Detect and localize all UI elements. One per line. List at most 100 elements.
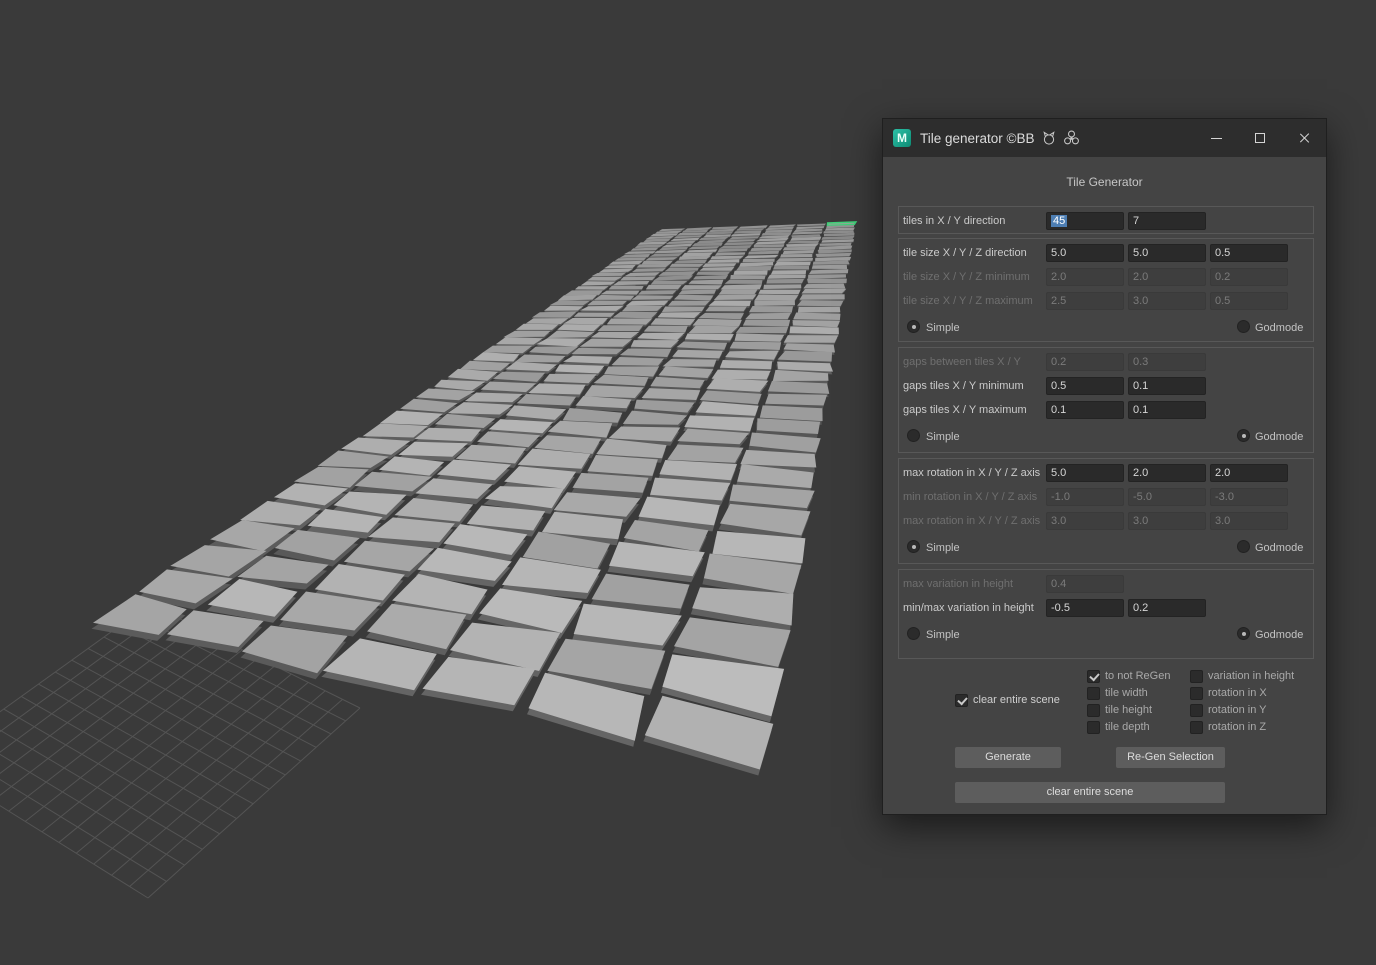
minimize-icon <box>1210 137 1222 139</box>
row-rotation-max: max rotation in X / Y / Z axis 5.0 2.0 2… <box>899 461 1313 485</box>
simple-radio[interactable] <box>907 320 920 333</box>
gaps-mode-radios: Simple Godmode <box>899 422 1313 449</box>
rot-min-x-input[interactable]: -1.0 <box>1046 488 1124 506</box>
row-gaps-maximum: gaps tiles X / Y maximum 0.1 0.1 <box>899 398 1313 422</box>
tiles-x-input[interactable]: 45 <box>1046 212 1124 230</box>
size-mode-radios: Simple Godmode <box>899 313 1313 340</box>
height-min-input[interactable]: -0.5 <box>1046 599 1124 617</box>
gaps-min-y-input[interactable]: 0.1 <box>1128 377 1206 395</box>
tile-depth-label: tile depth <box>1105 721 1150 733</box>
row-gaps: gaps between tiles X / Y 0.2 0.3 <box>899 350 1313 374</box>
variation-height-checkbox[interactable] <box>1190 670 1203 683</box>
section-height-variation: max variation in height 0.4 min/max vari… <box>898 569 1314 659</box>
rot-min-y-input[interactable]: -5.0 <box>1128 488 1206 506</box>
clear-scene-button[interactable]: clear entire scene <box>955 782 1225 803</box>
row-label: min rotation in X / Y / Z axis <box>903 491 1038 503</box>
size-y-input[interactable]: 5.0 <box>1128 244 1206 262</box>
rotation-z-checkbox[interactable] <box>1190 721 1203 734</box>
row-label: max rotation in X / Y / Z axis <box>903 467 1041 479</box>
rotation-x-label: rotation in X <box>1208 687 1267 699</box>
godmode-radio-label: Godmode <box>1255 322 1304 334</box>
row-label: tile size X / Y / Z direction <box>903 247 1027 259</box>
row-label: max variation in height <box>903 578 1014 590</box>
rot-y-input[interactable]: 2.0 <box>1128 464 1206 482</box>
size-min-y-input[interactable]: 2.0 <box>1128 268 1206 286</box>
tile-depth-checkbox[interactable] <box>1087 721 1100 734</box>
size-z-input[interactable]: 0.5 <box>1210 244 1288 262</box>
gaps-y-input[interactable]: 0.3 <box>1128 353 1206 371</box>
row-label: tile size X / Y / Z minimum <box>903 271 1030 283</box>
rot-max-x-input[interactable]: 3.0 <box>1046 512 1124 530</box>
rotation-mode-radios: Simple Godmode <box>899 533 1313 560</box>
godmode-radio-label: Godmode <box>1255 542 1304 554</box>
row-label: gaps tiles X / Y maximum <box>903 404 1027 416</box>
close-button[interactable] <box>1282 119 1326 157</box>
size-max-x-input[interactable]: 2.5 <box>1046 292 1124 310</box>
height-max2-input[interactable]: 0.2 <box>1128 599 1206 617</box>
section-tile-size: tile size X / Y / Z direction 5.0 5.0 0.… <box>898 238 1314 342</box>
rotation-x-checkbox[interactable] <box>1190 687 1203 700</box>
row-label: tiles in X / Y direction <box>903 215 1006 227</box>
gaps-max-y-input[interactable]: 0.1 <box>1128 401 1206 419</box>
generate-button[interactable]: Generate <box>955 747 1061 768</box>
tile-height-checkbox[interactable] <box>1087 704 1100 717</box>
godmode-radio[interactable] <box>1237 320 1250 333</box>
tile-width-label: tile width <box>1105 687 1148 699</box>
size-max-z-input[interactable]: 0.5 <box>1210 292 1288 310</box>
cat-icon <box>1041 130 1057 146</box>
selected-text: 45 <box>1051 215 1068 227</box>
gaps-x-input[interactable]: 0.2 <box>1046 353 1124 371</box>
rotation-y-checkbox[interactable] <box>1190 704 1203 717</box>
clear-scene-checkbox[interactable] <box>955 694 968 707</box>
row-height-max: max variation in height 0.4 <box>899 572 1313 596</box>
to-not-regen-checkbox[interactable] <box>1087 670 1100 683</box>
row-size-direction: tile size X / Y / Z direction 5.0 5.0 0.… <box>899 241 1313 265</box>
height-mode-radios: Simple Godmode <box>899 620 1313 647</box>
godmode-radio[interactable] <box>1237 540 1250 553</box>
section-rotation: max rotation in X / Y / Z axis 5.0 2.0 2… <box>898 458 1314 564</box>
row-label: gaps tiles X / Y minimum <box>903 380 1024 392</box>
rot-max-z-input[interactable]: 3.0 <box>1210 512 1288 530</box>
rot-x-input[interactable]: 5.0 <box>1046 464 1124 482</box>
rot-z-input[interactable]: 2.0 <box>1210 464 1288 482</box>
row-size-maximum: tile size X / Y / Z maximum 2.5 3.0 0.5 <box>899 289 1313 313</box>
row-label: gaps between tiles X / Y <box>903 356 1021 368</box>
height-max-input[interactable]: 0.4 <box>1046 575 1124 593</box>
gaps-max-x-input[interactable]: 0.1 <box>1046 401 1124 419</box>
row-size-minimum: tile size X / Y / Z minimum 2.0 2.0 0.2 <box>899 265 1313 289</box>
window-titlebar[interactable]: M Tile generator ©BB <box>883 119 1326 157</box>
godmode-radio[interactable] <box>1237 627 1250 640</box>
rot-min-z-input[interactable]: -3.0 <box>1210 488 1288 506</box>
section-tile-count: tiles in X / Y direction 45 7 <box>898 206 1314 234</box>
godmode-radio[interactable] <box>1237 429 1250 442</box>
simple-radio[interactable] <box>907 627 920 640</box>
size-min-z-input[interactable]: 0.2 <box>1210 268 1288 286</box>
size-max-y-input[interactable]: 3.0 <box>1128 292 1206 310</box>
regen-selection-button[interactable]: Re-Gen Selection <box>1116 747 1225 768</box>
simple-radio[interactable] <box>907 540 920 553</box>
size-min-x-input[interactable]: 2.0 <box>1046 268 1124 286</box>
simple-radio[interactable] <box>907 429 920 442</box>
section-gaps: gaps between tiles X / Y 0.2 0.3 gaps ti… <box>898 347 1314 453</box>
to-not-regen-label: to not ReGen <box>1105 670 1171 682</box>
size-x-input[interactable]: 5.0 <box>1046 244 1124 262</box>
godmode-radio-label: Godmode <box>1255 431 1304 443</box>
rotation-y-label: rotation in Y <box>1208 704 1267 716</box>
simple-radio-label: Simple <box>926 322 960 334</box>
gaps-min-x-input[interactable]: 0.5 <box>1046 377 1124 395</box>
row-label: min/max variation in height <box>903 602 1034 614</box>
tile-height-label: tile height <box>1105 704 1153 716</box>
maximize-button[interactable] <box>1238 119 1282 157</box>
tile-width-checkbox[interactable] <box>1087 687 1100 700</box>
minimize-button[interactable] <box>1194 119 1238 157</box>
tiles-y-input[interactable]: 7 <box>1128 212 1206 230</box>
row-label: tile size X / Y / Z maximum <box>903 295 1033 307</box>
maya-app-icon: M <box>893 129 911 147</box>
row-label: max rotation in X / Y / Z axis <box>903 515 1041 527</box>
tile-generator-window: M Tile generator ©BB Tile Generator tile… <box>882 118 1327 815</box>
godmode-radio-label: Godmode <box>1255 629 1304 641</box>
simple-radio-label: Simple <box>926 542 960 554</box>
rot-max-y-input[interactable]: 3.0 <box>1128 512 1206 530</box>
fan-icon <box>1063 130 1080 147</box>
rotation-z-label: rotation in Z <box>1208 721 1267 733</box>
